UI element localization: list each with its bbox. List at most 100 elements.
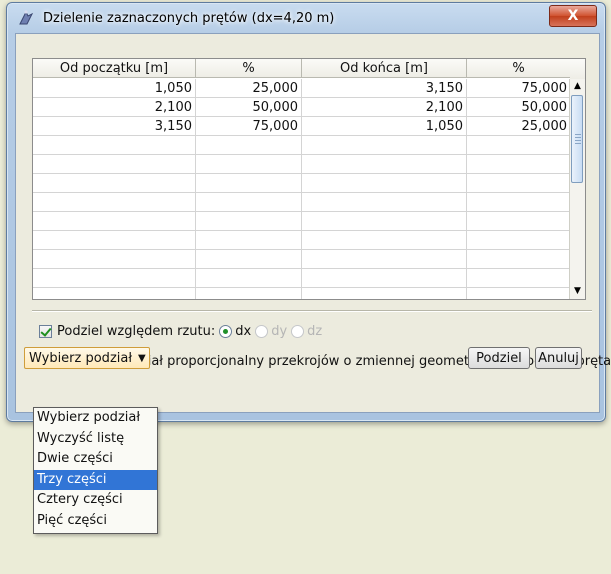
table-cell[interactable]: 1,050 [302,117,467,136]
table-cell[interactable]: 50,000 [196,98,302,117]
projection-option-row: Podziel względem rzutu: dx dy dz [39,322,322,340]
combobox-value: Wybierz podział [29,350,133,366]
radio-dx[interactable] [219,324,233,338]
table-cell[interactable]: 3,150 [33,117,196,136]
table-row[interactable] [33,250,571,269]
table-cell[interactable] [196,174,302,193]
table-cell[interactable] [33,250,196,269]
radio-selected-dot [223,328,229,334]
table-cell[interactable] [33,269,196,288]
table-cell[interactable] [33,231,196,250]
app-logo-icon [19,10,34,25]
table-row[interactable] [33,136,571,155]
table-cell[interactable] [33,136,196,155]
table-cell[interactable] [302,136,467,155]
cancel-button[interactable]: Anuluj [535,347,582,369]
column-header-from-end[interactable]: Od końca [m] [302,59,467,78]
table-cell[interactable]: 2,100 [302,98,467,117]
dropdown-option-four[interactable]: Cztery części [34,490,157,511]
table-cell[interactable]: 1,050 [33,79,196,98]
table-row[interactable]: 1,050 25,000 3,150 75,000 [33,79,571,98]
table-cell[interactable] [33,193,196,212]
table-cell[interactable] [467,174,571,193]
dropdown-option-five[interactable]: Pięć części [34,511,157,532]
table-cell[interactable] [196,136,302,155]
table-cell[interactable] [196,155,302,174]
table-cell[interactable]: 25,000 [196,79,302,98]
split-preset-combobox[interactable]: Wybierz podział ▼ [24,347,150,369]
dropdown-option-clear[interactable]: Wyczyść listę [34,429,157,450]
table-cell[interactable]: 75,000 [467,79,571,98]
checkmark-icon [40,324,52,337]
table-cell[interactable] [302,174,467,193]
table-header: Od początku [m] % Od końca [m] % [33,59,571,79]
table-row[interactable] [33,155,571,174]
table-row[interactable] [33,193,571,212]
column-header-percent-end[interactable]: % [467,59,571,78]
close-icon: X [567,8,579,24]
table-cell[interactable] [467,231,571,250]
title-bar[interactable]: Dzielenie zaznaczonych prętów (dx=4,20 m… [7,3,605,33]
table-cell[interactable] [302,193,467,212]
split-preset-dropdown-list: Wybierz podział Wyczyść listę Dwie częśc… [33,407,158,534]
separator-line [32,310,592,312]
radio-dy [255,324,269,338]
scroll-down-icon[interactable]: ▼ [570,284,585,299]
table-cell[interactable] [302,269,467,288]
table-cell[interactable] [196,250,302,269]
column-header-from-start[interactable]: Od początku [m] [33,59,196,78]
header-scroll-corner [570,59,585,80]
table-row[interactable]: 2,100 50,000 2,100 50,000 [33,98,571,117]
table-row[interactable] [33,174,571,193]
table-row[interactable]: 3,150 75,000 1,050 25,000 [33,117,571,136]
scroll-grip-icon [575,134,581,146]
scroll-thumb[interactable] [571,95,583,183]
table-cell[interactable]: 75,000 [196,117,302,136]
split-button[interactable]: Podziel [468,347,530,369]
table-cell[interactable] [302,231,467,250]
table-cell[interactable] [196,212,302,231]
table-row[interactable] [33,212,571,231]
column-header-percent-start[interactable]: % [196,59,302,78]
table-row[interactable] [33,269,571,288]
table-cell[interactable]: 2,100 [33,98,196,117]
table-cell[interactable] [467,136,571,155]
table-cell[interactable] [467,288,571,299]
table-cell[interactable] [467,155,571,174]
chevron-down-icon[interactable]: ▼ [138,353,146,364]
split-points-table[interactable]: Od początku [m] % Od końca [m] % 1,050 25… [32,58,586,300]
table-cell[interactable] [467,193,571,212]
table-row[interactable] [33,231,571,250]
table-cell[interactable] [302,288,467,299]
table-cell[interactable] [196,288,302,299]
close-button[interactable]: X [549,5,597,27]
projection-checkbox[interactable] [39,324,52,338]
table-cell[interactable] [467,212,571,231]
table-cell[interactable] [33,288,196,299]
table-cell[interactable]: 50,000 [467,98,571,117]
table-cell[interactable] [33,155,196,174]
table-body: 1,050 25,000 3,150 75,000 2,100 50,000 2,100 50… [33,79,571,299]
table-cell[interactable] [196,269,302,288]
radio-dy-label: dy [271,323,288,339]
radio-dz [291,324,305,338]
dialog-title: Dzielenie zaznaczonych prętów (dx=4,20 m… [43,11,335,26]
table-cell[interactable]: 25,000 [467,117,571,136]
table-cell[interactable] [196,231,302,250]
vertical-scrollbar[interactable]: ▲ ▼ [569,79,585,299]
table-cell[interactable] [302,155,467,174]
table-cell[interactable]: 3,150 [302,79,467,98]
table-cell[interactable] [467,269,571,288]
table-cell[interactable] [467,250,571,269]
scroll-up-icon[interactable]: ▲ [570,79,585,94]
table-cell[interactable] [302,250,467,269]
dropdown-option-three[interactable]: Trzy części [34,469,157,490]
table-cell[interactable] [33,174,196,193]
table-cell[interactable] [302,212,467,231]
table-row[interactable] [33,288,571,299]
dropdown-option-two[interactable]: Dwie części [34,449,157,470]
table-cell[interactable] [33,212,196,231]
dropdown-option-choose[interactable]: Wybierz podział [34,408,157,429]
projection-label: Podziel względem rzutu: [57,323,216,339]
table-cell[interactable] [196,193,302,212]
